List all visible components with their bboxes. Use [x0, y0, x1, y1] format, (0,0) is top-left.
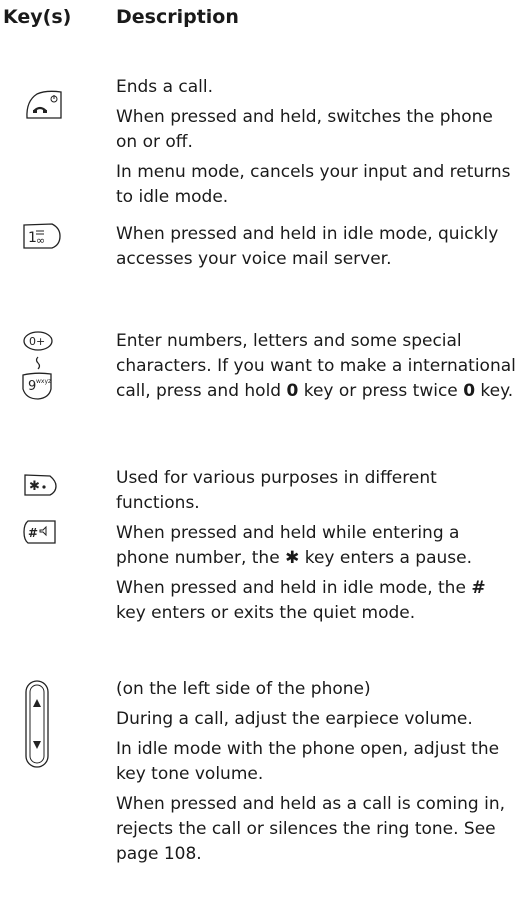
voicemail-key-icon: 1 ∞: [22, 222, 62, 250]
end-key-icon: [24, 89, 64, 121]
svg-text:∞: ∞: [36, 234, 45, 247]
nine-key-icon: 9 wxyz: [20, 371, 54, 401]
description-text: During a call, adjust the earpiece volum…: [116, 709, 473, 729]
svg-text:✱: ✱: [29, 479, 40, 494]
keys-column-header: Key(s): [3, 6, 72, 28]
description-text: Used for various purposes in different f…: [116, 468, 437, 513]
description-text: When pressed and held as a call is comin…: [116, 794, 505, 864]
description-text: When pressed and held, switches the phon…: [116, 107, 493, 152]
hash-symbol: #: [471, 578, 486, 598]
volume-key-icon: [24, 679, 50, 769]
description-text: When pressed and held in idle mode, the …: [116, 578, 486, 623]
table-row-end-key: Ends a call. When pressed and held, swit…: [0, 75, 518, 207]
zero-key-label: 0: [286, 381, 299, 401]
table-row-star-hash-keys: ✱ # Used for various purposes in differe…: [0, 466, 518, 646]
description-text: In menu mode, cancels your input and ret…: [116, 162, 511, 207]
svg-text:wxyz: wxyz: [36, 378, 51, 385]
svg-text:0+: 0+: [29, 335, 45, 348]
tilde-icon: [34, 356, 42, 370]
description-text: When pressed and held in idle mode, quic…: [116, 224, 499, 269]
description-text: In idle mode with the phone open, adjust…: [116, 739, 500, 784]
description-text: When pressed and held while entering a p…: [116, 523, 473, 568]
table-row-volume-keys: (on the left side of the phone) During a…: [0, 677, 518, 901]
star-key-icon: ✱: [22, 472, 58, 498]
zero-key-label: 0: [463, 381, 476, 401]
table-header: Key(s) Description: [0, 6, 518, 32]
description-text: (on the left side of the phone): [116, 679, 371, 699]
svg-text:#: #: [28, 526, 38, 540]
hash-key-icon: #: [22, 518, 58, 546]
zero-key-icon: 0+: [22, 329, 54, 353]
star-symbol: ✱: [285, 548, 300, 568]
description-text: Ends a call.: [116, 77, 214, 97]
description-text: Enter numbers, letters and some special …: [116, 331, 516, 401]
description-column-header: Description: [116, 6, 239, 28]
table-row-voicemail-key: 1 ∞ When pressed and held in idle mode, …: [0, 222, 518, 282]
table-row-number-keys: 0+ 9 wxyz Enter numbers, letters and som…: [0, 329, 518, 439]
